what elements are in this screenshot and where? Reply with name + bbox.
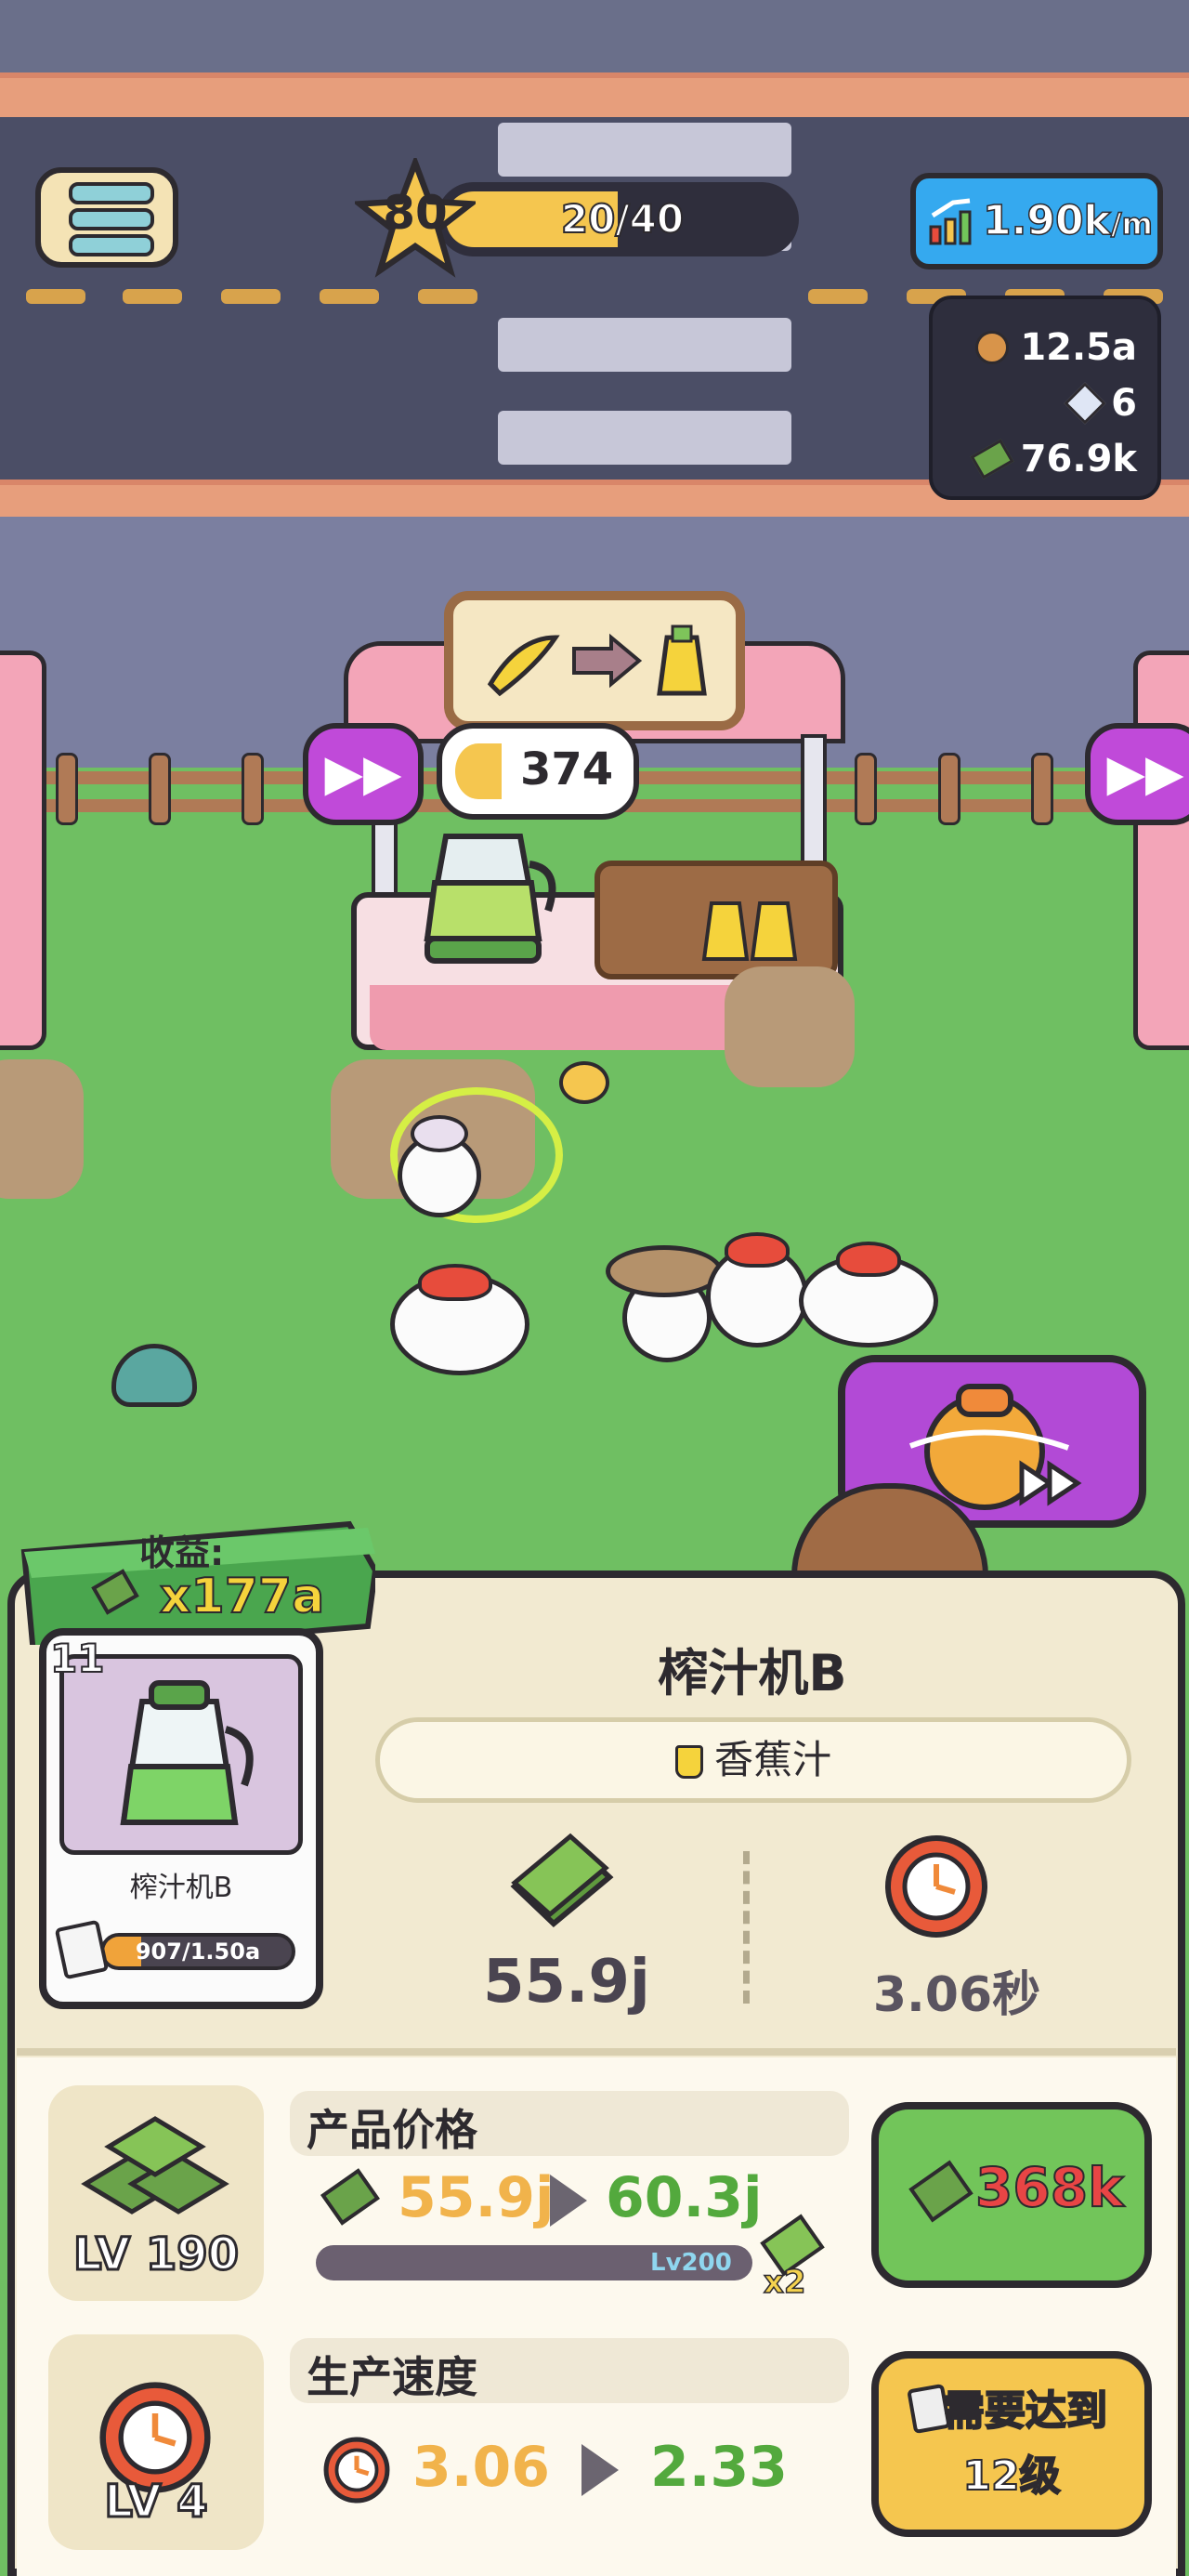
cookie-icon bbox=[975, 331, 1010, 364]
speed-next: 2.33 bbox=[650, 2435, 789, 2500]
fence-post bbox=[1031, 753, 1053, 825]
speed-current: 3.06 bbox=[412, 2435, 551, 2500]
price-multiplier: x2 bbox=[763, 2263, 806, 2302]
street-background bbox=[0, 0, 1189, 74]
income-rate-text: 1.90k/m bbox=[982, 196, 1154, 245]
price-next: 60.3j bbox=[606, 2165, 763, 2230]
card-name: 榨汁机B bbox=[129, 1872, 233, 1904]
road-dash bbox=[123, 289, 182, 304]
stock-count: 374 bbox=[520, 743, 614, 795]
production-time: 3.06秒 bbox=[872, 1967, 1041, 2023]
card-level: 11 bbox=[49, 1635, 105, 1682]
crosswalk-stripe bbox=[498, 318, 791, 372]
fence-post bbox=[938, 753, 960, 825]
road-dash bbox=[26, 289, 85, 304]
crosswalk-stripe bbox=[498, 411, 791, 465]
income-rate-unit: /m bbox=[1110, 205, 1154, 243]
cash-stack-icon bbox=[510, 1833, 614, 1928]
juice-bottle-icon bbox=[674, 1745, 703, 1779]
card-progress-text: 907/1.50a bbox=[135, 1939, 261, 1965]
player-level: 80 bbox=[383, 186, 448, 240]
income-rate-value: 1.90k bbox=[982, 196, 1111, 245]
fast-forward-button[interactable]: ▶▶ bbox=[1085, 723, 1189, 825]
banana-to-juice-icon bbox=[487, 624, 707, 697]
bee-icon bbox=[559, 1061, 609, 1104]
juice-tray[interactable] bbox=[594, 861, 838, 979]
gem-icon bbox=[1064, 382, 1106, 425]
card-art bbox=[59, 1654, 303, 1855]
earnings-multiplier: x177a bbox=[159, 1568, 325, 1625]
chef-hat-icon bbox=[411, 1115, 468, 1152]
juicer-machine-icon[interactable] bbox=[409, 827, 567, 966]
road-dash bbox=[320, 289, 379, 304]
speed-upgrade-label: 生产速度 bbox=[307, 2352, 477, 2402]
juice-bottle-icon bbox=[455, 743, 502, 799]
crosswalk-stripe bbox=[498, 123, 791, 177]
juicer-icon bbox=[120, 1680, 254, 1825]
upgrade-cost: 368k bbox=[974, 2155, 1125, 2220]
cash-icon bbox=[970, 439, 1014, 480]
menu-icon bbox=[69, 182, 154, 204]
machine-name: 榨汁机B bbox=[658, 1644, 847, 1702]
resource-gem: 6 bbox=[1064, 377, 1137, 429]
speed-upgrade-level: LV 4 bbox=[103, 2475, 209, 2530]
menu-icon-bar bbox=[69, 234, 154, 256]
clock-icon bbox=[323, 2437, 390, 2504]
road-dash bbox=[808, 289, 868, 304]
product-name: 香蕉汁 bbox=[375, 1717, 1131, 1803]
panel-divider bbox=[17, 2048, 1176, 2056]
cap-icon bbox=[418, 1264, 492, 1301]
xp-text: 20/40 bbox=[560, 195, 685, 243]
fence-post bbox=[149, 753, 171, 825]
fence-post bbox=[242, 753, 264, 825]
fence-post bbox=[56, 753, 78, 825]
cash-icon bbox=[908, 2160, 973, 2223]
basket-icon bbox=[606, 1245, 723, 1297]
sidewalk bbox=[0, 72, 1189, 123]
fence-post bbox=[855, 753, 877, 825]
resource-cookie: 12.5a bbox=[975, 322, 1137, 374]
cap-icon bbox=[836, 1242, 901, 1277]
menu-button[interactable] bbox=[35, 167, 178, 268]
resource-panel: 12.5a 6 76.9k bbox=[929, 296, 1161, 500]
arrow-right-icon bbox=[550, 2175, 587, 2227]
price-milestone-label: Lv200 bbox=[650, 2249, 732, 2277]
menu-icon-bar bbox=[69, 208, 154, 230]
growth-chart-icon bbox=[929, 198, 972, 245]
road-dash bbox=[221, 289, 281, 304]
resource-cash: 76.9k bbox=[970, 433, 1137, 485]
cash-count: 76.9k bbox=[1020, 438, 1137, 480]
juice-bottle-icon bbox=[701, 901, 798, 961]
neighbor-stall-right[interactable] bbox=[1133, 651, 1189, 1050]
current-price: 55.9j bbox=[483, 1948, 650, 2017]
gem-count: 6 bbox=[1111, 382, 1137, 425]
lock-requirement: 需要达到 bbox=[943, 2386, 1108, 2436]
product-name-text: 香蕉汁 bbox=[713, 1737, 831, 1782]
dirt-patch bbox=[725, 966, 855, 1087]
arrow-right-icon bbox=[581, 2444, 619, 2496]
lock-requirement-level: 12级 bbox=[961, 2451, 1061, 2501]
fast-forward-button[interactable]: ▶▶ bbox=[303, 723, 424, 825]
recipe-sign bbox=[444, 591, 745, 730]
stat-divider bbox=[743, 1851, 750, 2004]
dirt-patch bbox=[0, 1059, 84, 1199]
clock-icon bbox=[885, 1835, 987, 1938]
neighbor-stall-left[interactable] bbox=[0, 651, 46, 1050]
earnings-title: 收益: bbox=[139, 1532, 225, 1573]
price-upgrade-label: 产品价格 bbox=[307, 2105, 477, 2155]
price-current: 55.9j bbox=[398, 2165, 555, 2230]
cap-icon bbox=[725, 1232, 790, 1268]
cookie-count: 12.5a bbox=[1020, 326, 1137, 369]
road-dash bbox=[418, 289, 477, 304]
price-upgrade-level: LV 190 bbox=[72, 2228, 240, 2282]
